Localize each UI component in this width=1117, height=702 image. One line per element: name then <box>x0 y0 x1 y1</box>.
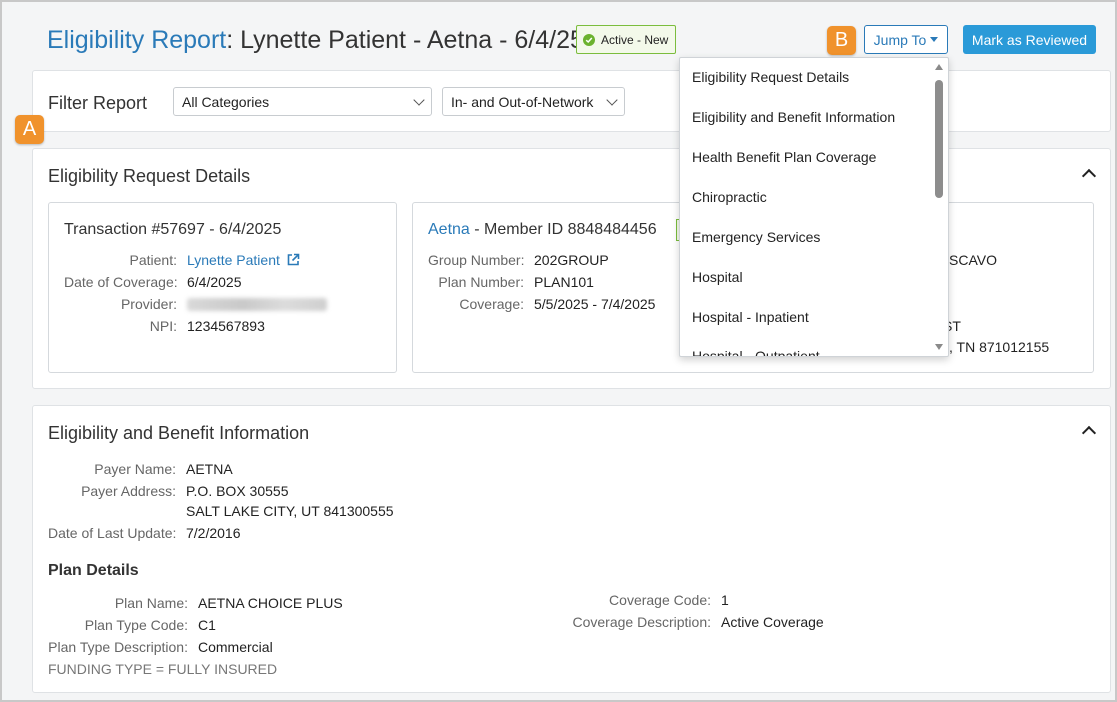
status-badge-label: Active - New <box>601 32 669 47</box>
detail-value: 6/4/2025 <box>187 274 242 290</box>
detail-key: Plan Name: <box>114 595 188 611</box>
eligibility-benefit-panel: Eligibility and Benefit Information Paye… <box>32 405 1111 693</box>
detail-value: 7/2/2016 <box>186 525 241 541</box>
section-title: Eligibility Request Details <box>48 166 251 186</box>
detail-value: SALT LAKE CITY, UT 841300555 <box>186 503 394 519</box>
detail-row: Date of Last Update: 7/2/2016 <box>48 525 241 541</box>
eligibility-request-details-panel: Eligibility Request Details Transaction … <box>32 148 1111 389</box>
callout-marker-b: B <box>827 26 856 55</box>
detail-row: Plan Type Description: Commercial <box>48 639 273 655</box>
detail-key: Plan Type Code: <box>84 617 188 633</box>
detail-key: Coverage Code: <box>609 592 711 608</box>
collapse-chevron-icon[interactable] <box>1081 425 1097 441</box>
page-title: Eligibility Report: Lynette Patient - Ae… <box>47 26 584 55</box>
category-select[interactable]: All Categories <box>173 87 432 116</box>
detail-row: Coverage Description: Active Coverage <box>548 614 824 630</box>
detail-value: Commercial <box>198 639 273 655</box>
menu-item-health-benefit-plan-coverage[interactable]: Health Benefit Plan Coverage <box>692 149 876 165</box>
detail-value: AETNA <box>186 461 233 477</box>
detail-value: 1234567893 <box>187 318 265 334</box>
filter-report-panel: Filter Report All Categories In- and Out… <box>32 70 1111 132</box>
network-select-value: In- and Out-of-Network <box>451 93 594 110</box>
detail-row: Provider: <box>64 296 327 312</box>
detail-row: Plan Name: AETNA CHOICE PLUS <box>48 595 343 611</box>
category-select-value: All Categories <box>182 93 270 110</box>
transaction-card: Transaction #57697 - 6/4/2025 Patient: L… <box>48 202 397 373</box>
detail-key: Payer Address: <box>81 483 176 499</box>
scroll-up-arrow-icon[interactable] <box>935 64 943 70</box>
detail-value: 1 <box>721 592 729 608</box>
detail-key: Date of Coverage: <box>64 274 178 290</box>
funding-type-note: FUNDING TYPE = FULLY INSURED <box>48 661 278 677</box>
detail-value: AETNA CHOICE PLUS <box>198 595 343 611</box>
detail-key: Payer Name: <box>94 461 176 477</box>
detail-row: Plan Type Code: C1 <box>48 617 216 633</box>
plan-details-heading: Plan Details <box>48 562 139 579</box>
detail-row: Coverage: 5/5/2025 - 7/4/2025 <box>428 296 655 312</box>
scroll-down-arrow-icon[interactable] <box>935 344 943 350</box>
detail-row: Patient: Lynette Patient <box>64 252 300 268</box>
detail-key: Patient: <box>129 252 177 268</box>
app-frame: Eligibility Report: Lynette Patient - Ae… <box>0 0 1117 702</box>
menu-item-hospital-outpatient[interactable]: Hospital - Outpatient <box>692 348 820 356</box>
external-link-icon[interactable] <box>286 252 300 268</box>
jump-to-menu: Eligibility Request Details Eligibility … <box>679 57 949 357</box>
chevron-down-icon <box>606 94 618 106</box>
detail-key: NPI: <box>149 318 177 334</box>
detail-value: 5/5/2025 - 7/4/2025 <box>534 296 656 312</box>
subscriber-partial-text: SCAVO <box>949 252 997 268</box>
detail-value: C1 <box>198 617 216 633</box>
chevron-down-icon <box>413 94 425 106</box>
detail-row: Payer Name: AETNA <box>48 461 233 477</box>
detail-row: Group Number: 202GROUP <box>428 252 609 268</box>
status-badge: Active - New <box>576 25 677 54</box>
detail-key: Provider: <box>120 296 177 312</box>
detail-row: Plan Number: PLAN101 <box>428 274 594 290</box>
detail-value: Active Coverage <box>721 614 824 630</box>
detail-key: Date of Last Update: <box>48 525 177 541</box>
scroll-thumb[interactable] <box>935 80 943 198</box>
transaction-title: Transaction #57697 - 6/4/2025 <box>64 221 282 238</box>
detail-row: NPI: 1234567893 <box>64 318 265 334</box>
detail-key <box>48 503 176 519</box>
patient-link[interactable]: Lynette Patient <box>187 252 280 268</box>
eligibility-report-link[interactable]: Eligibility Report <box>47 26 226 54</box>
detail-row: Coverage Code: 1 <box>548 592 729 608</box>
payer-name: Aetna <box>428 221 470 238</box>
member-id: - Member ID 8848484456 <box>469 221 657 238</box>
caret-down-icon <box>930 37 939 42</box>
menu-scrollbar[interactable] <box>932 58 946 356</box>
callout-marker-a: A <box>15 115 44 144</box>
detail-row: Payer Address: P.O. BOX 30555 <box>48 483 288 499</box>
section-title: Eligibility and Benefit Information <box>48 423 310 443</box>
detail-key: Plan Type Description: <box>48 639 188 655</box>
collapse-chevron-icon[interactable] <box>1081 168 1097 184</box>
detail-value: P.O. BOX 30555 <box>186 483 289 499</box>
menu-item-eligibility-benefit-information[interactable]: Eligibility and Benefit Information <box>692 109 895 125</box>
check-circle-icon <box>583 33 595 46</box>
payer-title: Aetna - Member ID 8848484456 <box>428 221 657 239</box>
detail-key: Coverage Description: <box>572 614 711 630</box>
mark-as-reviewed-button[interactable]: Mark as Reviewed <box>963 25 1096 54</box>
jump-to-label: Jump To <box>873 31 927 48</box>
detail-key: Plan Number: <box>438 274 524 290</box>
subscriber-partial-text: , TN 871012155 <box>949 339 1050 355</box>
detail-key: Group Number: <box>428 252 525 268</box>
menu-item-hospital-inpatient[interactable]: Hospital - Inpatient <box>692 309 809 325</box>
menu-item-eligibility-request-details[interactable]: Eligibility Request Details <box>692 69 849 85</box>
menu-item-chiropractic[interactable]: Chiropractic <box>692 189 767 205</box>
jump-to-button[interactable]: Jump To <box>864 25 948 54</box>
network-select[interactable]: In- and Out-of-Network <box>442 87 625 116</box>
detail-row: Date of Coverage: 6/4/2025 <box>64 274 242 290</box>
detail-value: PLAN101 <box>534 274 594 290</box>
detail-value: 202GROUP <box>534 252 609 268</box>
filter-report-label: Filter Report <box>48 93 148 113</box>
menu-item-hospital[interactable]: Hospital <box>692 269 743 285</box>
menu-item-emergency-services[interactable]: Emergency Services <box>692 229 820 245</box>
redacted-provider-name <box>187 298 327 311</box>
detail-row: SALT LAKE CITY, UT 841300555 <box>48 503 394 519</box>
page-title-text: : Lynette Patient - Aetna - 6/4/25 <box>226 26 584 54</box>
detail-key: Coverage: <box>459 296 524 312</box>
